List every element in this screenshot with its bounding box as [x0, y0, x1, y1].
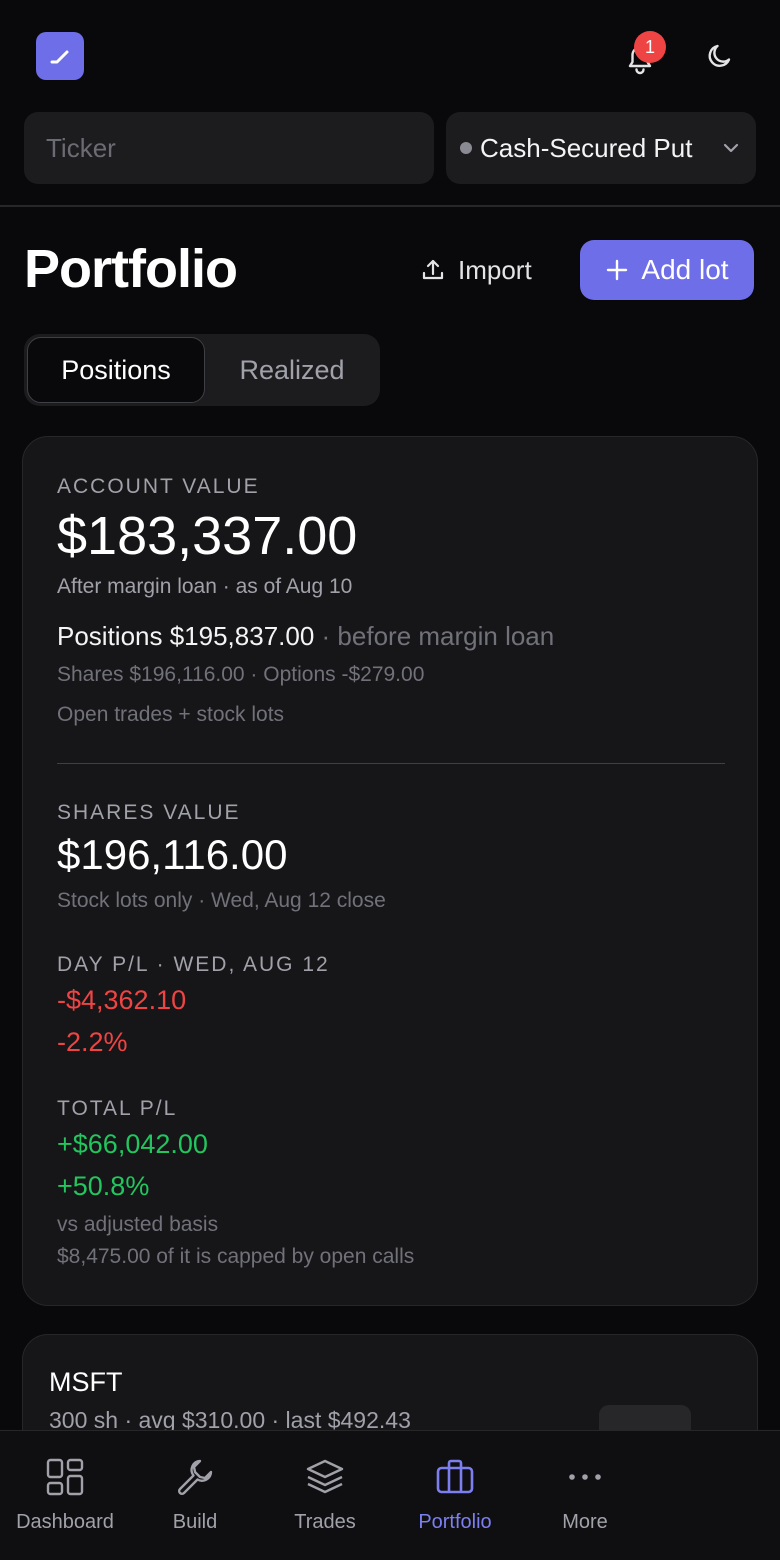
nav-portfolio-label: Portfolio: [418, 1511, 492, 1533]
tab-positions[interactable]: Positions: [27, 337, 205, 403]
nav-trades[interactable]: Trades: [260, 1431, 390, 1560]
strategy-status-dot: [460, 142, 472, 154]
app-logo[interactable]: [36, 32, 84, 80]
shares-value-note: Stock lots only · Wed, Aug 12 close: [57, 889, 386, 912]
briefcase-icon: [436, 1459, 474, 1494]
strategy-select[interactable]: Cash-Secured Put: [446, 112, 756, 184]
nav-dashboard[interactable]: Dashboard: [0, 1431, 130, 1560]
nav-dashboard-label: Dashboard: [16, 1511, 114, 1533]
card-divider: [57, 763, 725, 764]
positions-breakdown-note: Open trades + stock lots: [57, 703, 285, 726]
chevron-down-icon: [723, 143, 739, 153]
plus-icon: [607, 259, 628, 281]
positions-total-row: Positions $195,837.00 · before margin lo…: [57, 621, 554, 652]
upload-icon: [422, 259, 444, 280]
ticker-input[interactable]: [24, 112, 434, 184]
day-pl-amount: -$4,362.10: [57, 985, 187, 1015]
page-title: Portfolio: [24, 239, 238, 299]
bottom-nav: Dashboard Build Trades Portfolio More: [0, 1430, 780, 1560]
trend-line-icon: [50, 50, 69, 64]
nav-portfolio[interactable]: Portfolio: [390, 1431, 520, 1560]
portfolio-tabs: Positions Realized: [24, 334, 380, 406]
total-pl-note-capped: $8,475.00 of it is capped by open calls: [57, 1245, 415, 1268]
account-value-note: After margin loan · as of Aug 10: [57, 575, 353, 598]
shares-value-label: SHARES VALUE: [57, 801, 241, 824]
add-lot-button[interactable]: Add lot: [580, 240, 754, 300]
total-pl-amount: +$66,042.00: [57, 1129, 208, 1159]
position-ticker: MSFT: [49, 1367, 123, 1397]
positions-total-note: · before margin loan: [321, 621, 555, 651]
nav-more[interactable]: More: [520, 1431, 650, 1560]
shares-value: $196,116.00: [57, 831, 288, 878]
positions-total: Positions $195,837.00: [57, 621, 315, 651]
nav-more-label: More: [562, 1511, 608, 1533]
total-pl-note-basis: vs adjusted basis: [57, 1213, 219, 1236]
day-pl-percent: -2.2%: [57, 1027, 128, 1057]
total-pl-percent: +50.8%: [57, 1171, 150, 1201]
strategy-select-value: Cash-Secured Put: [480, 132, 693, 163]
import-button[interactable]: Import: [420, 246, 532, 294]
grid-icon: [46, 1458, 84, 1496]
wrench-icon: [177, 1459, 213, 1496]
account-value-label: ACCOUNT VALUE: [57, 475, 260, 498]
day-pl-label: DAY P/L · WED, AUG 12: [57, 953, 330, 976]
header-divider: [0, 205, 780, 207]
account-value: $183,337.00: [57, 506, 358, 566]
nav-build-label: Build: [172, 1511, 218, 1533]
moon-icon[interactable]: [702, 38, 738, 74]
tab-realized[interactable]: Realized: [206, 337, 378, 403]
total-pl-label: TOTAL P/L: [57, 1097, 178, 1120]
nav-build[interactable]: Build: [130, 1431, 260, 1560]
add-lot-label: Add lot: [641, 254, 729, 285]
import-label: Import: [458, 254, 532, 285]
account-summary-card: ACCOUNT VALUE $183,337.00 After margin l…: [22, 436, 758, 1306]
notification-badge: 1: [634, 31, 666, 63]
layers-icon: [306, 1459, 344, 1494]
more-dots-icon: [569, 1474, 601, 1480]
nav-trades-label: Trades: [294, 1511, 356, 1533]
positions-breakdown: Shares $196,116.00 · Options -$279.00: [57, 663, 425, 686]
